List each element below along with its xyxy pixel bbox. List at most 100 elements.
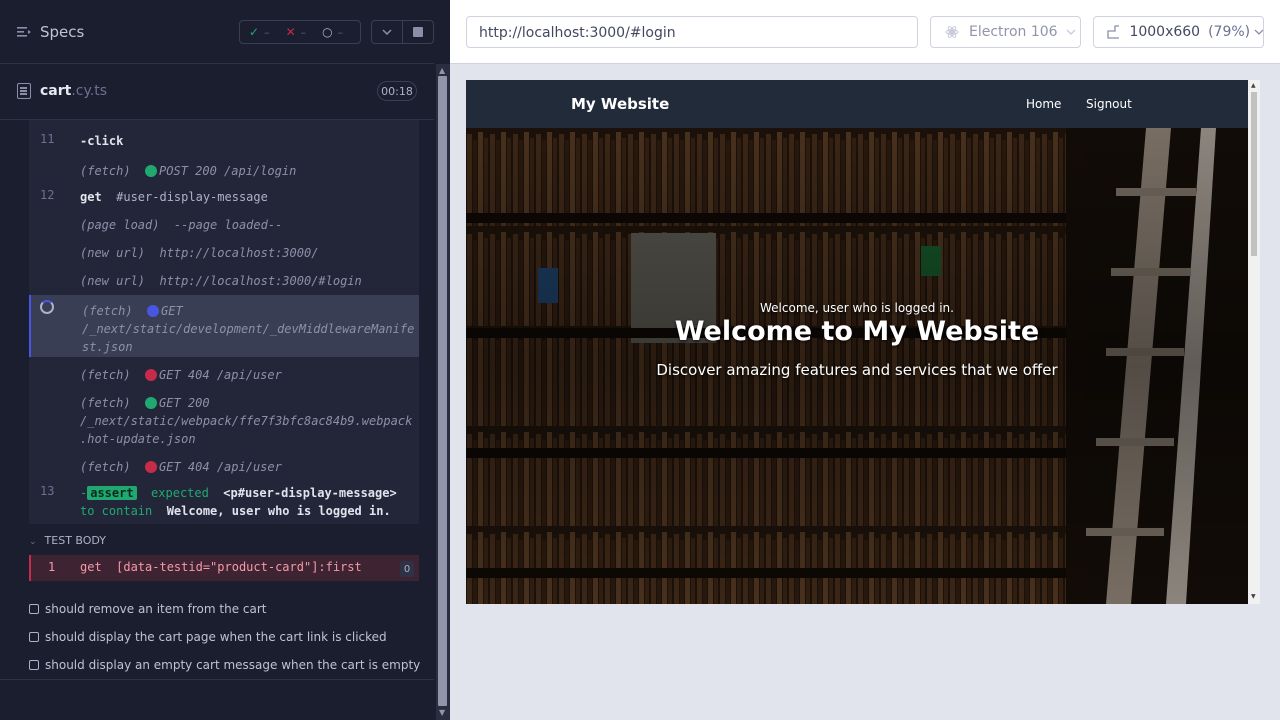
- hero-section: Welcome, user who is logged in. Welcome …: [466, 128, 1248, 604]
- stop-button[interactable]: [402, 20, 434, 44]
- status-dot-icon: [145, 369, 158, 381]
- test-title: should remove an item from the cart: [45, 602, 267, 616]
- test-item[interactable]: should remove an item from the cart: [29, 602, 267, 616]
- nav-home-link[interactable]: Home: [1026, 97, 1061, 111]
- loading-spinner-icon: [40, 300, 54, 314]
- chevron-down-icon: ⌄: [29, 537, 37, 547]
- file-name: cart: [40, 83, 72, 99]
- command-message: (fetch) GET /_next/static/development/_d…: [82, 302, 414, 356]
- test-title: should display the cart page when the ca…: [45, 630, 387, 644]
- browser-name: Electron 106: [969, 24, 1058, 40]
- failed-count: –: [300, 25, 307, 39]
- command-text-part: (fetch): [80, 368, 146, 382]
- chevron-down-icon: [1254, 29, 1263, 35]
- scroll-down-arrow-icon[interactable]: ▼: [1251, 593, 1256, 600]
- command-row[interactable]: (fetch) GET /_next/static/development/_d…: [29, 295, 419, 357]
- app-frame-scrollbar[interactable]: ▲ ▼: [1248, 80, 1260, 604]
- test-stats: ✓ – ✕ – ○ –: [239, 20, 361, 44]
- command-text-part: (new url) http://localhost:3000/#login: [80, 274, 362, 288]
- test-status-icon: [29, 632, 39, 642]
- site-brand[interactable]: My Website: [571, 95, 669, 113]
- specs-list-icon[interactable]: [17, 26, 31, 38]
- chevron-down-icon: [1066, 29, 1076, 35]
- command-text-part: expected: [136, 486, 224, 500]
- browser-toolbar: http://localhost:3000/#login Electron 10…: [450, 0, 1280, 64]
- viewport-selector[interactable]: 1000x660 (79%): [1093, 16, 1264, 48]
- command-row[interactable]: 11 -click: [29, 128, 419, 152]
- command-text-part: Welcome, user who is logged in.: [166, 504, 391, 518]
- command-line-number: 11: [40, 132, 55, 146]
- command-text-part: (page load) --page loaded--: [80, 218, 283, 232]
- pending-spinner-icon: ○: [322, 25, 333, 39]
- command-row[interactable]: (page load) --page loaded--: [29, 212, 419, 236]
- scrollbar-thumb[interactable]: [438, 76, 447, 706]
- ruler-icon: [1107, 25, 1120, 39]
- command-log-scrollbar[interactable]: ▲ ▼: [436, 64, 450, 720]
- command-message: (fetch) POST 200 /api/login: [80, 162, 296, 180]
- test-body-command[interactable]: 1 get [data-testid="product-card"]:first: [29, 555, 419, 581]
- command-line-number: 13: [40, 484, 55, 498]
- spec-file-name: cart.cy.ts: [40, 83, 107, 99]
- command-message: (fetch) GET 404 /api/user: [80, 458, 282, 476]
- hero-subheading: Discover amazing features and services t…: [656, 361, 1058, 379]
- command-text-part: (fetch): [80, 164, 146, 178]
- command-message: -click: [80, 132, 123, 150]
- command-row[interactable]: 13 - assert expected <p#user-display-messa…: [29, 480, 419, 520]
- passed-count: –: [264, 25, 270, 39]
- test-title: should display an empty cart message whe…: [45, 658, 421, 672]
- command-row[interactable]: (fetch) GET 200 /_next/static/webpack/ff…: [29, 390, 419, 450]
- document-icon: [17, 83, 31, 99]
- test-body-label: TEST BODY: [44, 534, 107, 547]
- command-message: - assert expected <p#user-display-message…: [80, 484, 397, 520]
- command-row[interactable]: (fetch) GET 404 /api/user: [29, 454, 419, 478]
- test-status-icon: [29, 660, 39, 670]
- app-under-test-frame: My Website Home Signout Welcome, user wh…: [466, 80, 1260, 604]
- status-dot-icon: [145, 461, 158, 473]
- status-dot-icon: [147, 305, 160, 317]
- command-message: (fetch) GET 404 /api/user: [80, 366, 282, 384]
- command-line-number: 1: [48, 560, 56, 574]
- command-text-part: GET 404 /api/user: [159, 368, 282, 382]
- url-bar[interactable]: http://localhost:3000/#login: [466, 16, 918, 48]
- scrollbar-thumb[interactable]: [1251, 92, 1257, 256]
- test-item[interactable]: should display an empty cart message whe…: [29, 658, 420, 672]
- command-row[interactable]: (new url) http://localhost:3000/: [29, 240, 419, 264]
- scroll-down-arrow-icon[interactable]: ▼: [439, 708, 445, 717]
- command-text-part: (fetch): [82, 304, 148, 318]
- command-row[interactable]: (fetch) GET 404 /api/user: [29, 362, 419, 386]
- command-row[interactable]: (fetch) POST 200 /api/login: [29, 158, 419, 182]
- nav-signout-link[interactable]: Signout: [1086, 97, 1132, 111]
- pending-count: –: [337, 25, 344, 39]
- collapse-button[interactable]: [371, 20, 403, 44]
- chevron-down-icon: [382, 29, 392, 35]
- stop-icon: [413, 27, 423, 37]
- browser-selector[interactable]: Electron 106: [930, 16, 1081, 48]
- test-item[interactable]: should display the cart page when the ca…: [29, 630, 387, 644]
- scroll-up-arrow-icon[interactable]: ▲: [1251, 82, 1256, 89]
- scroll-up-arrow-icon[interactable]: ▲: [439, 66, 445, 75]
- viewport-scale: (79%): [1208, 24, 1251, 40]
- command-row[interactable]: (new url) http://localhost:3000/#login: [29, 268, 419, 292]
- test-body-header[interactable]: ⌄ TEST BODY: [29, 534, 106, 547]
- command-log-panel: Specs ✓ – ✕ – ○ – cart.cy.ts 00:18 11 -click…: [0, 0, 450, 720]
- command-line-number: 12: [40, 188, 55, 202]
- command-row[interactable]: 12 get #user-display-message: [29, 184, 419, 208]
- command-message: (page load) --page loaded--: [80, 216, 282, 234]
- command-text-part: POST 200 /api/login: [159, 164, 297, 178]
- command-message: (fetch) GET 200 /_next/static/webpack/ff…: [80, 394, 412, 448]
- test-status-icon: [29, 604, 39, 614]
- electron-icon: [945, 26, 959, 38]
- elapsed-time: 00:18: [377, 81, 417, 101]
- command-text-part: (fetch): [80, 460, 146, 474]
- command-message: (new url) http://localhost:3000/#login: [80, 272, 362, 290]
- failed-x-icon: ✕: [285, 25, 296, 39]
- command-text-part: get: [80, 190, 117, 204]
- command-text-part: (fetch): [80, 396, 146, 410]
- file-ext: .cy.ts: [71, 83, 108, 99]
- command-text-part: GET 404 /api/user: [159, 460, 282, 474]
- specs-header: Specs ✓ – ✕ – ○ –: [0, 0, 434, 64]
- specs-title[interactable]: Specs: [40, 23, 84, 41]
- status-dot-icon: [145, 397, 158, 409]
- command-text-part: #user-display-message: [116, 190, 268, 204]
- command-text: get [data-testid="product-card"]:first: [80, 560, 362, 574]
